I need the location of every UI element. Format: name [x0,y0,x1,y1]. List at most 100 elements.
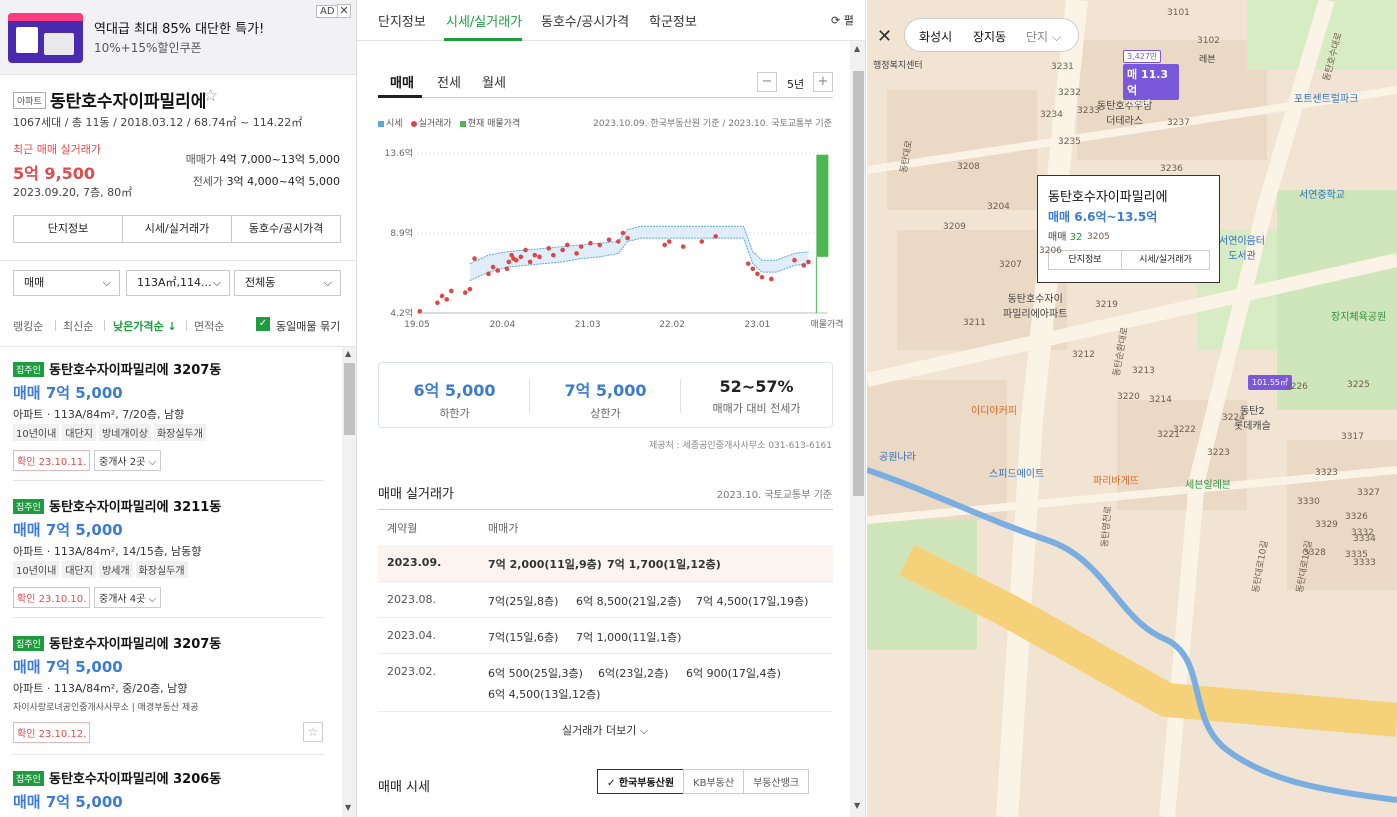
place-label[interactable]: 동탄호수자이 파밀리에아파트 [1003,290,1067,320]
trade-point [444,297,449,302]
street-number: 3326 [1345,512,1368,522]
source-kb-button[interactable]: KB부동산 [683,769,745,794]
street-number: 3232 [1058,88,1081,98]
listing-title[interactable]: 동탄호수자이파밀리에 3207동 [49,633,221,652]
trade-point [564,242,570,248]
sale-range-label: 매매가 [185,153,217,166]
trade-month: 2023.08. [387,593,436,606]
period-plus-button[interactable]: + [813,72,833,92]
scrollbar-thumb[interactable] [853,71,864,496]
price-per-pyeong-badge: 3,427만 [1123,50,1162,63]
dong-select[interactable]: 전체동 ⌵ [234,270,341,296]
data-provider: 제공처 : 세종공인중개사사무소 031-613-6161 [648,441,832,451]
brokers-dropdown[interactable]: 중개사 2곳 ⌵ [94,450,162,471]
street-number: 3208 [957,162,980,172]
place-label[interactable]: 레븐 [1199,52,1216,65]
complex-marker[interactable]: 매 11.3억 105㎡ [1123,64,1179,108]
subtab-monthly[interactable]: 월세 [482,72,506,91]
listing-agency: 자이사랑로녀공인중개사사무소 | 매경부동산 제공 [13,703,199,713]
close-map-icon[interactable]: ✕ [877,26,892,47]
brokers-dropdown[interactable]: 중개사 4곳 ⌵ [94,587,162,608]
trade-price: 7억 4,500(17일,19층) [696,595,809,608]
place-label[interactable]: 파리바게뜨 [1093,472,1139,487]
deal-type-select[interactable]: 매매 ⌵ [13,270,120,296]
popup-price-button[interactable]: 시세/실거래가 [1121,250,1210,270]
group-checkbox[interactable]: ✓ [256,317,270,331]
detail-scrollbar[interactable]: ▲ ▼ [850,41,865,817]
trades-source: 2023.10. 국토교통부 기준 [716,490,832,501]
legend-swatch [459,120,466,127]
sort-ranking[interactable]: 랭킹순 [13,318,43,334]
trade-month: 2023.02. [387,665,436,678]
unit-price-button[interactable]: 동호수/공시가격 [232,216,340,242]
tab-unit-price[interactable]: 동호수/공시가격 [541,11,629,30]
sort-low-price[interactable]: 낮은가격순 ↓ [113,318,177,334]
map-view[interactable]: ✕ 화성시 장지동 단지 ⌵ 동탄호수우남 더테라스 동탄호수자이 파밀리에아파… [867,0,1397,817]
refresh-button[interactable]: ⟳ 펼 [831,12,854,28]
more-trades-button[interactable]: 실거래가 더보기 ⌵ [562,722,648,738]
place-label[interactable]: 세븐일레븐 [1185,476,1231,491]
street-number: 3219 [1095,300,1118,310]
trade-point [560,247,565,253]
listing-title[interactable]: 동탄호수자이파밀리에 3207동 [49,359,221,378]
subtab-sale[interactable]: 매매 [390,72,414,91]
region-city[interactable]: 화성시 [919,28,952,45]
list-scrollbar[interactable]: ▲ ▼ [342,347,356,817]
listing-title[interactable]: 동탄호수자이파밀리에 3211동 [49,496,221,515]
area-select[interactable]: 113A㎡,114... ⌵ [126,270,230,296]
group-checkbox-label[interactable]: 동일매물 묶기 [276,318,340,334]
scroll-down-icon[interactable]: ▼ [854,801,860,810]
place-label[interactable]: 스피드메이트 [989,465,1044,480]
sort-latest[interactable]: 최신순 [63,318,93,334]
subtab-jeonse[interactable]: 전세 [437,72,461,91]
listing-title[interactable]: 동탄호수자이파밀리에 3206동 [49,768,221,787]
sort-area[interactable]: 면적순 [194,318,224,334]
tab-price-trade[interactable]: 시세/실거래가 [446,11,522,30]
listing-tags: 10년이내 대단지 방세개 화장실두개 [13,561,188,578]
price-chart[interactable]: 13.6억 8.9억 4.2억19.05 20.04 21.03 22.02 23.01 매물… [357,135,850,335]
stat-high: 7억 5,000 상한가 [530,363,681,427]
confirm-date: 확인 23.10.11. [13,450,91,471]
scroll-up-icon[interactable]: ▲ [345,349,351,358]
ad-subtitle[interactable]: 10%+15%할인쿠폰 [94,39,202,56]
scrollbar-thumb[interactable] [344,363,355,435]
price-trade-button[interactable]: 시세/실거래가 [123,216,232,242]
street-number: 3204 [987,202,1010,212]
scroll-up-icon[interactable]: ▲ [854,44,860,53]
table-row: 2023.08. 7억(25일,8층) 6억 8,500(21일,2층) 7억 … [378,582,833,618]
place-label[interactable]: 장지체육공원 [1331,308,1386,323]
scroll-down-icon[interactable]: ▼ [345,803,351,812]
popup-title[interactable]: 동탄호수자이파밀리에 [1048,186,1168,205]
chart-source: 2023.10.09. 한국부동산원 기준 / 2023.10. 국토교통부 기… [593,119,832,129]
place-label[interactable]: 포트센트럴파크 [1294,90,1358,105]
ad-banner[interactable]: 역대급 최대 85% 대단한 특가! 10%+15%할인쿠폰 AD ✕ [0,0,356,75]
period-minus-button[interactable]: − [757,72,777,92]
place-label[interactable]: 행정복지센터 [873,58,923,71]
place-label[interactable]: 서연이음터 도서관 [1219,232,1265,262]
place-label[interactable]: 서연중학교 [1299,186,1345,201]
ad-thumbnail[interactable] [8,13,83,63]
source-bank-button[interactable]: 부동산뱅크 [743,769,810,794]
listing-tag: 10년이내 [13,424,60,441]
street-number: 3234 [1040,110,1063,120]
tab-school[interactable]: 학군정보 [649,11,697,30]
trade-point [449,288,454,294]
trade-point [467,286,473,292]
ad-close-button[interactable]: ✕ [337,4,351,18]
street-number: 3231 [1051,62,1074,72]
ad-title[interactable]: 역대급 최대 85% 대단한 특가! [94,18,264,37]
tab-complex-info[interactable]: 단지정보 [378,11,426,30]
star-icon[interactable]: ☆ [303,722,323,742]
trade-point [606,237,612,243]
source-reb-button[interactable]: ✓ 한국부동산원 [597,769,685,794]
owner-badge: 집주인 [13,499,44,514]
region-complex[interactable]: 단지 ⌵ [1026,28,1061,45]
listing-price: 매매 7억 5,000 [13,658,123,676]
stat-label: 하한가 [439,407,470,420]
complex-info-button[interactable]: 단지정보 [14,216,123,242]
table-row: 2023.09. 7억 2,000(11일,9층) 7억 1,700(1일,12… [378,545,833,582]
place-label[interactable]: 이디야커피 [971,402,1017,417]
place-label[interactable]: 공원나라 [879,448,916,463]
region-dong[interactable]: 장지동 [973,28,1006,45]
favorite-star-icon[interactable]: ☆ [203,86,218,106]
